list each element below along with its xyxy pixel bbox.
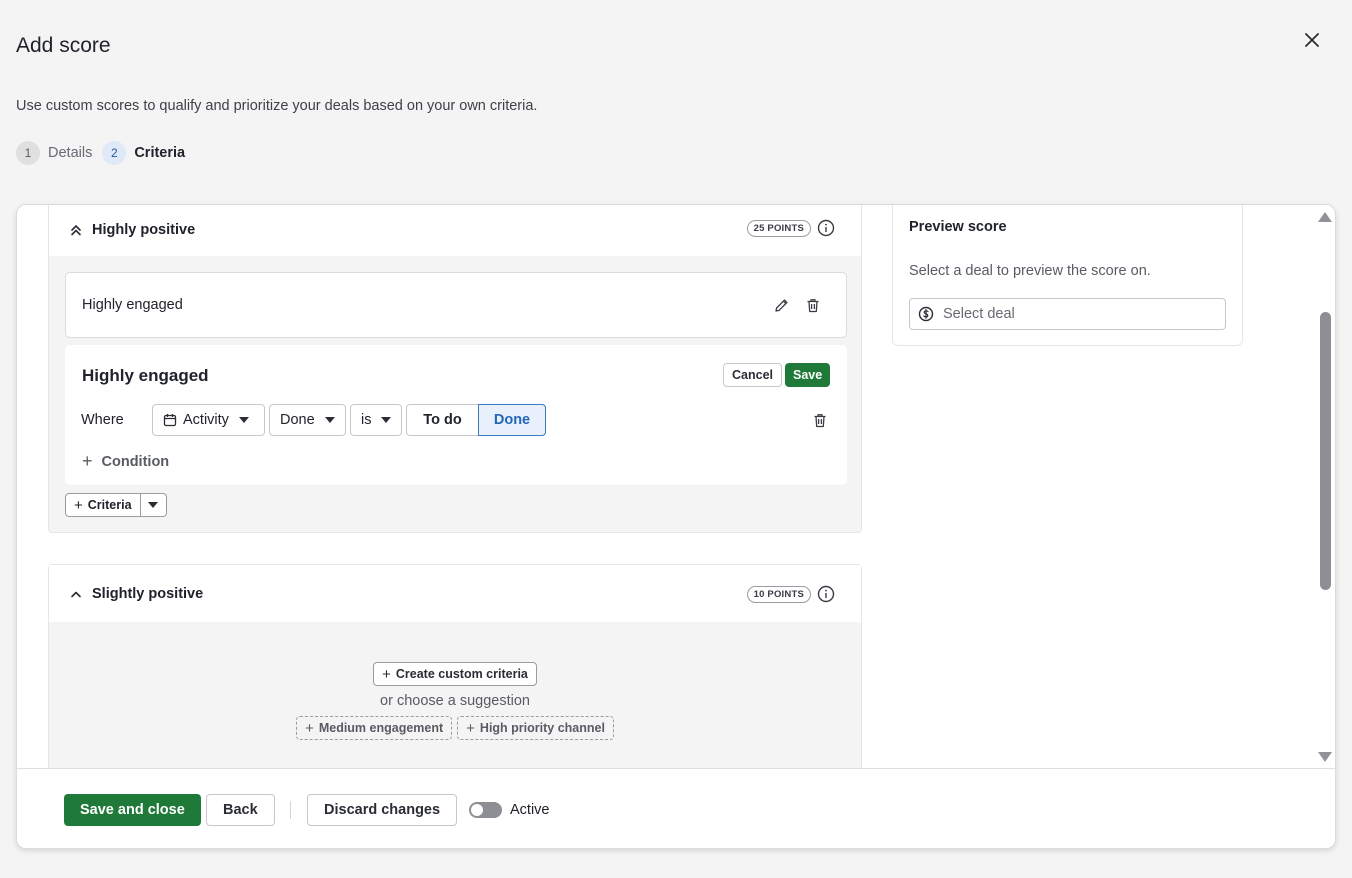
trash-icon	[807, 298, 819, 312]
chevron-down-icon	[381, 417, 392, 423]
active-toggle[interactable]	[469, 802, 502, 818]
delete-condition-button[interactable]	[811, 411, 829, 429]
edit-button[interactable]	[772, 296, 790, 314]
plus-icon: +	[466, 719, 475, 737]
chevron-down-icon	[324, 417, 335, 423]
group-header[interactable]: Highly positive 25 POINTS	[49, 205, 861, 256]
plus-icon: +	[305, 719, 314, 737]
chevron-down-icon	[238, 417, 249, 423]
active-toggle-label: Active	[510, 802, 550, 818]
group-header[interactable]: Slightly positive 10 POINTS	[49, 565, 861, 622]
step-number-1: 1	[16, 141, 40, 165]
points-badge: 25 POINTS	[746, 220, 811, 237]
plus-icon: +	[74, 496, 83, 514]
criteria-row[interactable]: Highly engaged	[65, 272, 847, 338]
field-select[interactable]: Activity	[152, 404, 265, 436]
plus-icon: +	[82, 451, 93, 471]
calendar-icon	[163, 414, 177, 427]
property-select[interactable]: Done	[269, 404, 346, 436]
segment-to-do[interactable]: To do	[406, 404, 478, 436]
create-custom-criteria-button[interactable]: + Create custom criteria	[373, 662, 537, 686]
scroll-up-arrow-icon[interactable]	[1318, 212, 1332, 222]
segment-done[interactable]: Done	[478, 404, 546, 436]
where-label: Where	[81, 412, 124, 428]
add-condition-button[interactable]: + Condition	[82, 451, 169, 472]
add-condition-label: Condition	[101, 453, 170, 470]
step-details[interactable]: Details	[48, 145, 92, 161]
preview-title: Preview score	[909, 219, 1007, 235]
stepper: 1 Details 2 Criteria	[16, 141, 195, 165]
save-and-close-button[interactable]: Save and close	[64, 794, 201, 826]
cancel-button[interactable]: Cancel	[723, 363, 782, 387]
page-title: Add score	[16, 34, 111, 57]
discard-changes-button[interactable]: Discard changes	[307, 794, 458, 826]
pencil-icon	[774, 298, 788, 312]
operator-select[interactable]: is	[350, 404, 402, 436]
add-criteria-dropdown[interactable]	[140, 493, 167, 517]
suggestion-hint: or choose a suggestion	[380, 693, 530, 709]
editor-title: Highly engaged	[82, 366, 209, 385]
create-custom-label: Create custom criteria	[395, 667, 528, 681]
select-deal-input[interactable]: Select deal	[909, 298, 1226, 330]
suggestion-label: Medium engagement	[318, 721, 444, 735]
criteria-label: Highly engaged	[82, 297, 183, 313]
points-badge: 10 POINTS	[746, 586, 811, 603]
group-highly-positive: Highly positive 25 POINTS Highly engaged…	[48, 205, 862, 533]
group-title: Highly positive	[92, 222, 196, 238]
close-icon	[1305, 33, 1319, 47]
step-criteria[interactable]: Criteria	[134, 145, 185, 161]
add-criteria-button[interactable]: + Criteria	[65, 493, 141, 517]
group-slightly-positive: Slightly positive 10 POINTS + Create cus…	[48, 564, 862, 794]
footer-bar: Save and close Back Discard changes Acti…	[17, 768, 1335, 848]
chevron-down-icon	[148, 502, 159, 508]
preview-card: Preview score Select a deal to preview t…	[892, 205, 1243, 346]
plus-icon: +	[382, 665, 391, 683]
close-button[interactable]	[1300, 28, 1324, 52]
field-select-value: Activity	[183, 412, 229, 428]
step-number-2: 2	[102, 141, 127, 165]
info-icon[interactable]	[817, 219, 835, 237]
page-subtitle: Use custom scores to qualify and priorit…	[16, 98, 538, 114]
divider	[290, 801, 291, 819]
info-icon[interactable]	[817, 585, 835, 603]
status-segmented-control: To do Done	[406, 404, 546, 436]
scroll-down-arrow-icon[interactable]	[1318, 752, 1332, 762]
suggestion-high-priority-channel[interactable]: + High priority channel	[457, 716, 614, 740]
criteria-editor: Highly engaged Cancel Save Where Activit…	[65, 345, 847, 485]
toggle-knob	[471, 804, 483, 816]
suggestion-list: + Medium engagement + High priority chan…	[49, 716, 861, 740]
add-criteria-label: Criteria	[87, 498, 132, 512]
collapse-double-chevron-icon[interactable]	[69, 223, 83, 237]
delete-button[interactable]	[804, 296, 822, 314]
preview-description: Select a deal to preview the score on.	[909, 263, 1151, 279]
trash-icon	[814, 413, 826, 427]
empty-state: + Create custom criteria or choose a sug…	[49, 662, 861, 740]
scrollbar-thumb[interactable]	[1320, 312, 1331, 590]
select-deal-placeholder: Select deal	[943, 306, 1015, 322]
group-title: Slightly positive	[92, 585, 204, 602]
operator-select-value: is	[361, 412, 372, 428]
scrollbar[interactable]	[1315, 205, 1335, 768]
property-select-value: Done	[280, 412, 315, 428]
suggestion-medium-engagement[interactable]: + Medium engagement	[296, 716, 453, 740]
criteria-panel: Highly positive 25 POINTS Highly engaged…	[16, 204, 1336, 849]
save-button[interactable]: Save	[785, 363, 831, 387]
back-button[interactable]: Back	[206, 794, 275, 826]
collapse-chevron-icon[interactable]	[69, 587, 83, 601]
dollar-circle-icon	[918, 306, 934, 322]
suggestion-label: High priority channel	[479, 721, 605, 735]
add-criteria-split-button: + Criteria	[65, 493, 167, 517]
